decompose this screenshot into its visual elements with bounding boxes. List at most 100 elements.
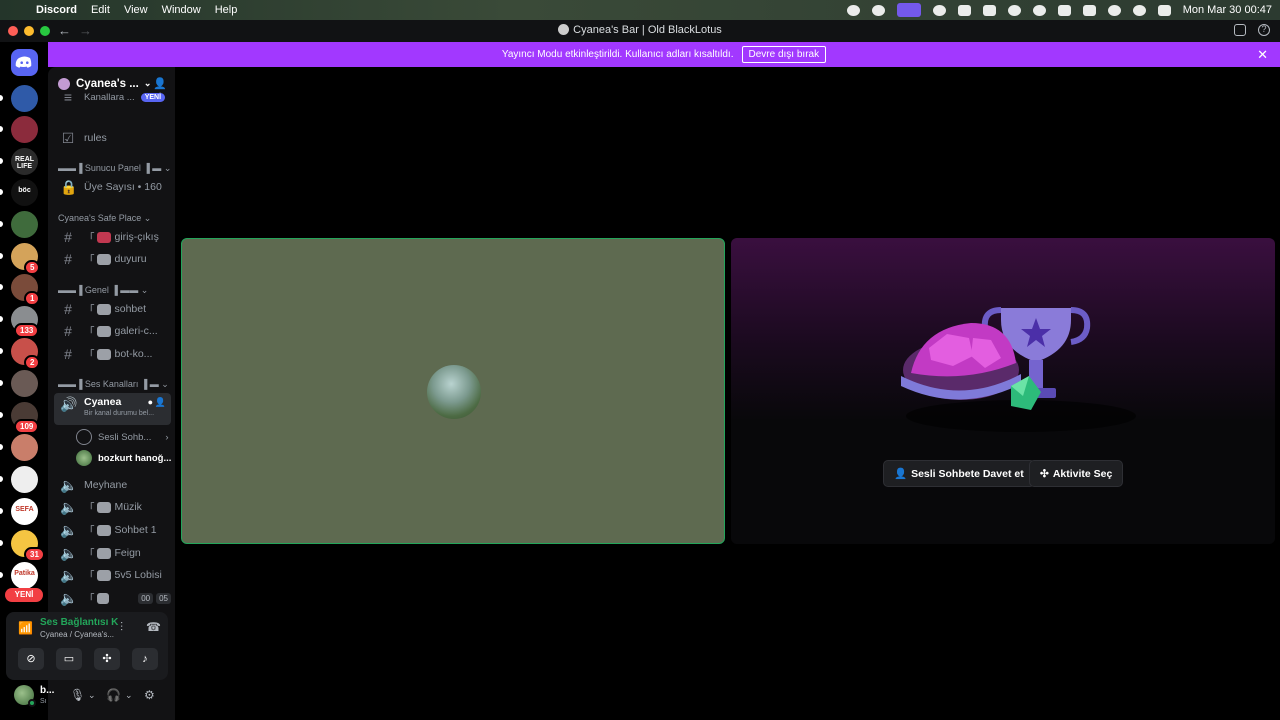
signal-icon[interactable]: 📶 bbox=[18, 621, 33, 635]
category-genel[interactable]: ▬▬▐ Genel ▐ ▬▬ ⌄ bbox=[58, 285, 148, 296]
server-icon[interactable]: Patika bbox=[11, 562, 38, 589]
speaker-icon: 🔈 bbox=[60, 589, 78, 606]
voice-user-name: bozkurt hanoğ... bbox=[98, 452, 172, 464]
spotlight-icon[interactable] bbox=[1132, 4, 1146, 16]
channel-label: Üye Sayısı • 160 bbox=[84, 181, 162, 193]
screen-share-icon[interactable] bbox=[896, 3, 921, 17]
new-unreads-pill[interactable]: YENİ bbox=[5, 588, 43, 602]
chevron-right-icon: › bbox=[165, 431, 169, 443]
lock-icon: 🔒 bbox=[60, 178, 78, 195]
bracket-text: 「 bbox=[84, 524, 95, 537]
status-icon[interactable] bbox=[1057, 4, 1071, 16]
cloud-icon[interactable] bbox=[982, 4, 996, 16]
play-icon[interactable] bbox=[1007, 4, 1021, 16]
voice-channel-5v5[interactable]: 🔈 「 5v5 Lobisi bbox=[54, 564, 171, 586]
channel-bot-komut[interactable]: # 「 bot-ko... bbox=[54, 343, 171, 365]
voice-status[interactable]: Ses Bağlantısı K bbox=[40, 617, 118, 628]
channel-rules[interactable]: ☑ rules bbox=[54, 127, 171, 149]
channel-duyuru[interactable]: # 「 duyuru bbox=[54, 248, 171, 270]
channel-label: bot-ko... bbox=[114, 348, 153, 360]
voice-location[interactable]: Cyanea / Cyanea's... bbox=[40, 630, 114, 639]
user-panel: b... Sı 🎙 ⌄ 🎧 ⌄ ⚙ bbox=[6, 678, 168, 714]
voice-channel-meyhane[interactable]: 🔈 Meyhane bbox=[54, 474, 171, 496]
voice-subitem-sesli-sohbet[interactable]: Sesli Sohb... › bbox=[76, 429, 169, 445]
voice-channel-cyanea[interactable]: 🔊 Cyanea Bir kanal durumu bel... ● 👤 bbox=[54, 393, 171, 425]
gear-icon[interactable]: ⚙ bbox=[144, 688, 155, 702]
server-icon[interactable] bbox=[11, 434, 38, 461]
invite-icon[interactable]: 👤 bbox=[155, 397, 166, 408]
inbox-icon[interactable] bbox=[1234, 24, 1246, 36]
wifi-icon[interactable] bbox=[1107, 4, 1121, 16]
channel-giris-cikis[interactable]: # 「 giriş-çıkış bbox=[54, 226, 171, 248]
menu-help[interactable]: Help bbox=[215, 4, 238, 16]
user-limit: 05 bbox=[156, 593, 171, 604]
menu-edit[interactable]: Edit bbox=[91, 4, 110, 16]
status-icon[interactable] bbox=[846, 4, 860, 16]
status-icon[interactable] bbox=[957, 4, 971, 16]
titlebar-actions: ? bbox=[1234, 24, 1270, 36]
channel-browse[interactable]: ≡ Kanallara ... YENİ bbox=[54, 89, 171, 105]
server-icon[interactable]: REAL LIFE bbox=[11, 148, 38, 175]
server-avatar bbox=[58, 77, 70, 90]
user-icon[interactable] bbox=[1032, 4, 1046, 16]
chevron-down-icon[interactable]: ⌄ bbox=[88, 690, 96, 701]
channel-sohbet[interactable]: # 「 sohbet bbox=[54, 298, 171, 320]
channel-member-count[interactable]: 🔒 Üye Sayısı • 160 bbox=[54, 176, 171, 198]
server-icon[interactable]: böc bbox=[11, 179, 38, 206]
noise-suppression-icon[interactable]: ⫶ bbox=[120, 620, 123, 635]
server-icon-text: böc bbox=[18, 187, 31, 194]
voice-channel-sohbet1[interactable]: 🔈 「 Sohbet 1 bbox=[54, 519, 171, 541]
menu-window[interactable]: Window bbox=[162, 4, 201, 16]
unread-indicator bbox=[0, 508, 3, 514]
server-icon[interactable]: SEFA bbox=[11, 498, 38, 525]
server-icon[interactable] bbox=[11, 85, 38, 112]
choose-activity-button[interactable]: ✣ Aktivite Seç bbox=[1029, 460, 1124, 487]
headphones-icon[interactable]: 🎧 bbox=[106, 688, 121, 702]
bracket-text: 「 bbox=[84, 303, 95, 316]
close-icon[interactable]: ✕ bbox=[1257, 47, 1268, 63]
server-icon[interactable] bbox=[11, 211, 38, 238]
category-ses-kanallari[interactable]: ▬▬▐ Ses Kanalları ▐ ▬ ⌄ bbox=[58, 379, 169, 390]
voice-user[interactable]: bozkurt hanoğ... bbox=[76, 450, 171, 466]
menu-app-name[interactable]: Discord bbox=[36, 4, 77, 16]
screen-share-button[interactable]: ▭ bbox=[56, 648, 82, 670]
chevron-down-icon[interactable]: ⌄ bbox=[125, 690, 133, 701]
username[interactable]: b... bbox=[40, 685, 54, 696]
invite-to-voice-button[interactable]: 👤 Sesli Sohbete Davet et bbox=[883, 460, 1035, 487]
activities-button[interactable]: ✣ bbox=[94, 648, 120, 670]
help-icon[interactable]: ? bbox=[1258, 24, 1270, 36]
microphone-icon[interactable]: 🎙 bbox=[70, 688, 85, 702]
voice-channel-feign[interactable]: 🔈 「 Feign bbox=[54, 542, 171, 564]
soundboard-button[interactable]: ♪ bbox=[132, 648, 158, 670]
mention-badge: 133 bbox=[14, 323, 40, 338]
unread-indicator bbox=[0, 284, 3, 290]
unread-indicator bbox=[0, 158, 3, 164]
participant-tile[interactable] bbox=[181, 238, 725, 544]
activity-illustration bbox=[901, 307, 1136, 432]
status-icon[interactable] bbox=[871, 4, 885, 16]
rules-icon: ☑ bbox=[61, 129, 75, 146]
channel-galeri[interactable]: # 「 galeri-c... bbox=[54, 320, 171, 342]
control-center-icon[interactable] bbox=[1157, 4, 1171, 16]
voice-channel-muzik[interactable]: 🔈 「 Müzik bbox=[54, 496, 171, 518]
disconnect-icon[interactable]: ☎ bbox=[146, 620, 161, 634]
activities-icon: ✣ bbox=[1040, 467, 1049, 480]
server-icon[interactable] bbox=[11, 370, 38, 397]
camera-off-button[interactable]: ⊘ bbox=[18, 648, 44, 670]
category-safe-place[interactable]: Cyanea's Safe Place ⌄ bbox=[58, 213, 151, 224]
discord-home-icon[interactable] bbox=[11, 49, 38, 76]
status-icon[interactable] bbox=[932, 4, 946, 16]
unread-indicator bbox=[0, 253, 3, 259]
speech-emoji-icon bbox=[96, 303, 111, 315]
window-title: Cyanea's Bar | Old BlackLotus bbox=[0, 24, 1280, 36]
voice-channel-limited[interactable]: 🔈 「 00 05 bbox=[54, 587, 171, 609]
server-icon[interactable] bbox=[11, 466, 38, 493]
menubar-clock[interactable]: Mon Mar 30 00:47 bbox=[1183, 4, 1272, 16]
category-sunucu-panel[interactable]: ▬▬▐ Sunucu Panel ▐ ▬ ⌄ bbox=[58, 163, 171, 174]
battery-icon[interactable] bbox=[1082, 4, 1096, 16]
channel-label: Sohbet 1 bbox=[114, 524, 157, 536]
chat-icon[interactable]: ● bbox=[148, 397, 153, 407]
server-icon[interactable] bbox=[11, 116, 38, 143]
disable-streamer-mode-button[interactable]: Devre dışı bırak bbox=[741, 46, 827, 63]
menu-view[interactable]: View bbox=[124, 4, 148, 16]
